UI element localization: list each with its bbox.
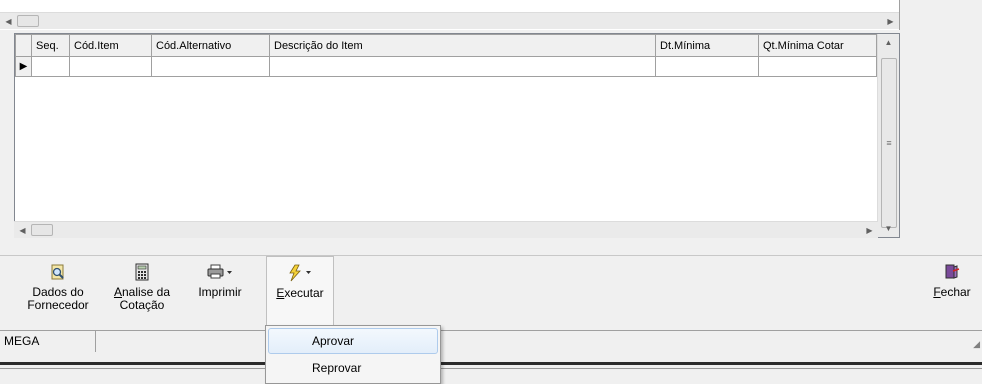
imprimir-button[interactable]: Imprimir (192, 256, 248, 329)
scroll-left-icon[interactable]: ◀ (14, 222, 31, 238)
analise-mnemonic: A (113, 285, 122, 299)
vertical-scroll-thumb[interactable]: ≡ (881, 58, 897, 228)
executar-dropdown-menu: Aprovar Reprovar (265, 325, 441, 384)
column-header-cod-item[interactable]: Cód.Item (69, 34, 152, 57)
imprimir-label: Imprimir (198, 285, 242, 299)
grid-vertical-scrollbar[interactable]: ▲ ≡ ▼ (877, 34, 899, 237)
executar-label-rest: xecutar (284, 286, 324, 300)
scroll-right-icon[interactable]: ▶ (861, 222, 878, 238)
fechar-button[interactable]: Fechar (926, 256, 978, 329)
bottom-divider (0, 352, 982, 384)
exit-door-icon (944, 262, 960, 282)
column-header-cod-alternativo[interactable]: Cód.Alternativo (151, 34, 270, 57)
cell-cod-item[interactable] (69, 56, 152, 77)
calculator-icon (135, 262, 149, 282)
cell-qt-minima-cotar[interactable] (758, 56, 877, 77)
dados-fornecedor-button[interactable]: Dados do Fornecedor (22, 256, 94, 329)
fechar-mnemonic: F (933, 285, 941, 299)
scroll-thumb[interactable] (17, 15, 39, 27)
dados-fornecedor-line2: Fornecedor (27, 298, 89, 312)
divider-line-light (0, 368, 982, 369)
scroll-down-icon[interactable]: ▼ (878, 220, 899, 237)
previous-grid-area: ◀ ▶ (0, 0, 900, 30)
scroll-right-icon[interactable]: ▶ (882, 13, 899, 29)
scroll-up-icon[interactable]: ▲ (878, 34, 899, 51)
executar-button[interactable]: Executar (266, 256, 334, 329)
table-header-row: Seq. Cód.Item Cód.Alternativo Descrição … (15, 34, 877, 57)
cell-seq[interactable] (31, 56, 70, 77)
cell-cod-alternativo[interactable] (151, 56, 270, 77)
column-header-qt-minima-cotar[interactable]: Qt.Mínima Cotar (758, 34, 877, 57)
column-header-descricao[interactable]: Descrição do Item (269, 34, 656, 57)
resize-grip-icon[interactable]: ◢ (973, 339, 980, 350)
supplier-search-icon (49, 262, 67, 282)
analise-line1-rest: nalise da (121, 285, 171, 299)
status-pane-2 (96, 331, 266, 352)
analise-cotacao-line2: Cotação (119, 298, 165, 312)
status-pane-company: MEGA (0, 331, 96, 352)
cell-descricao[interactable] (269, 56, 656, 77)
items-grid[interactable]: Seq. Cód.Item Cód.Alternativo Descrição … (14, 33, 900, 238)
scroll-thumb[interactable] (31, 224, 53, 236)
cell-dt-minima[interactable] (655, 56, 759, 77)
printer-icon (207, 262, 233, 282)
analise-cotacao-button[interactable]: Analise da Cotação (104, 256, 180, 329)
items-table: Seq. Cód.Item Cód.Alternativo Descrição … (15, 34, 877, 77)
menu-item-aprovar[interactable]: Aprovar (268, 328, 438, 354)
fechar-label-rest: echar (940, 285, 971, 299)
executar-label: Executar (276, 287, 323, 300)
menu-item-reprovar[interactable]: Reprovar (268, 355, 438, 381)
divider-line-dark (0, 362, 982, 365)
toolbar: Dados do Fornecedor Analise da Cotação I… (0, 255, 982, 329)
header-corner (15, 34, 32, 57)
right-panel (900, 0, 982, 255)
table-row[interactable]: ▶ (15, 56, 877, 77)
scroll-left-icon[interactable]: ◀ (0, 13, 17, 29)
column-header-dt-minima[interactable]: Dt.Mínima (655, 34, 759, 57)
status-bar: MEGA ◢ (0, 330, 982, 352)
lightning-icon (287, 263, 313, 283)
grid-horizontal-scrollbar[interactable]: ◀ ▶ (14, 221, 878, 238)
current-row-indicator-icon: ▶ (15, 56, 32, 77)
fechar-label: Fechar (933, 286, 970, 299)
column-header-seq[interactable]: Seq. (31, 34, 70, 57)
top-horizontal-scrollbar[interactable]: ◀ ▶ (0, 12, 899, 29)
